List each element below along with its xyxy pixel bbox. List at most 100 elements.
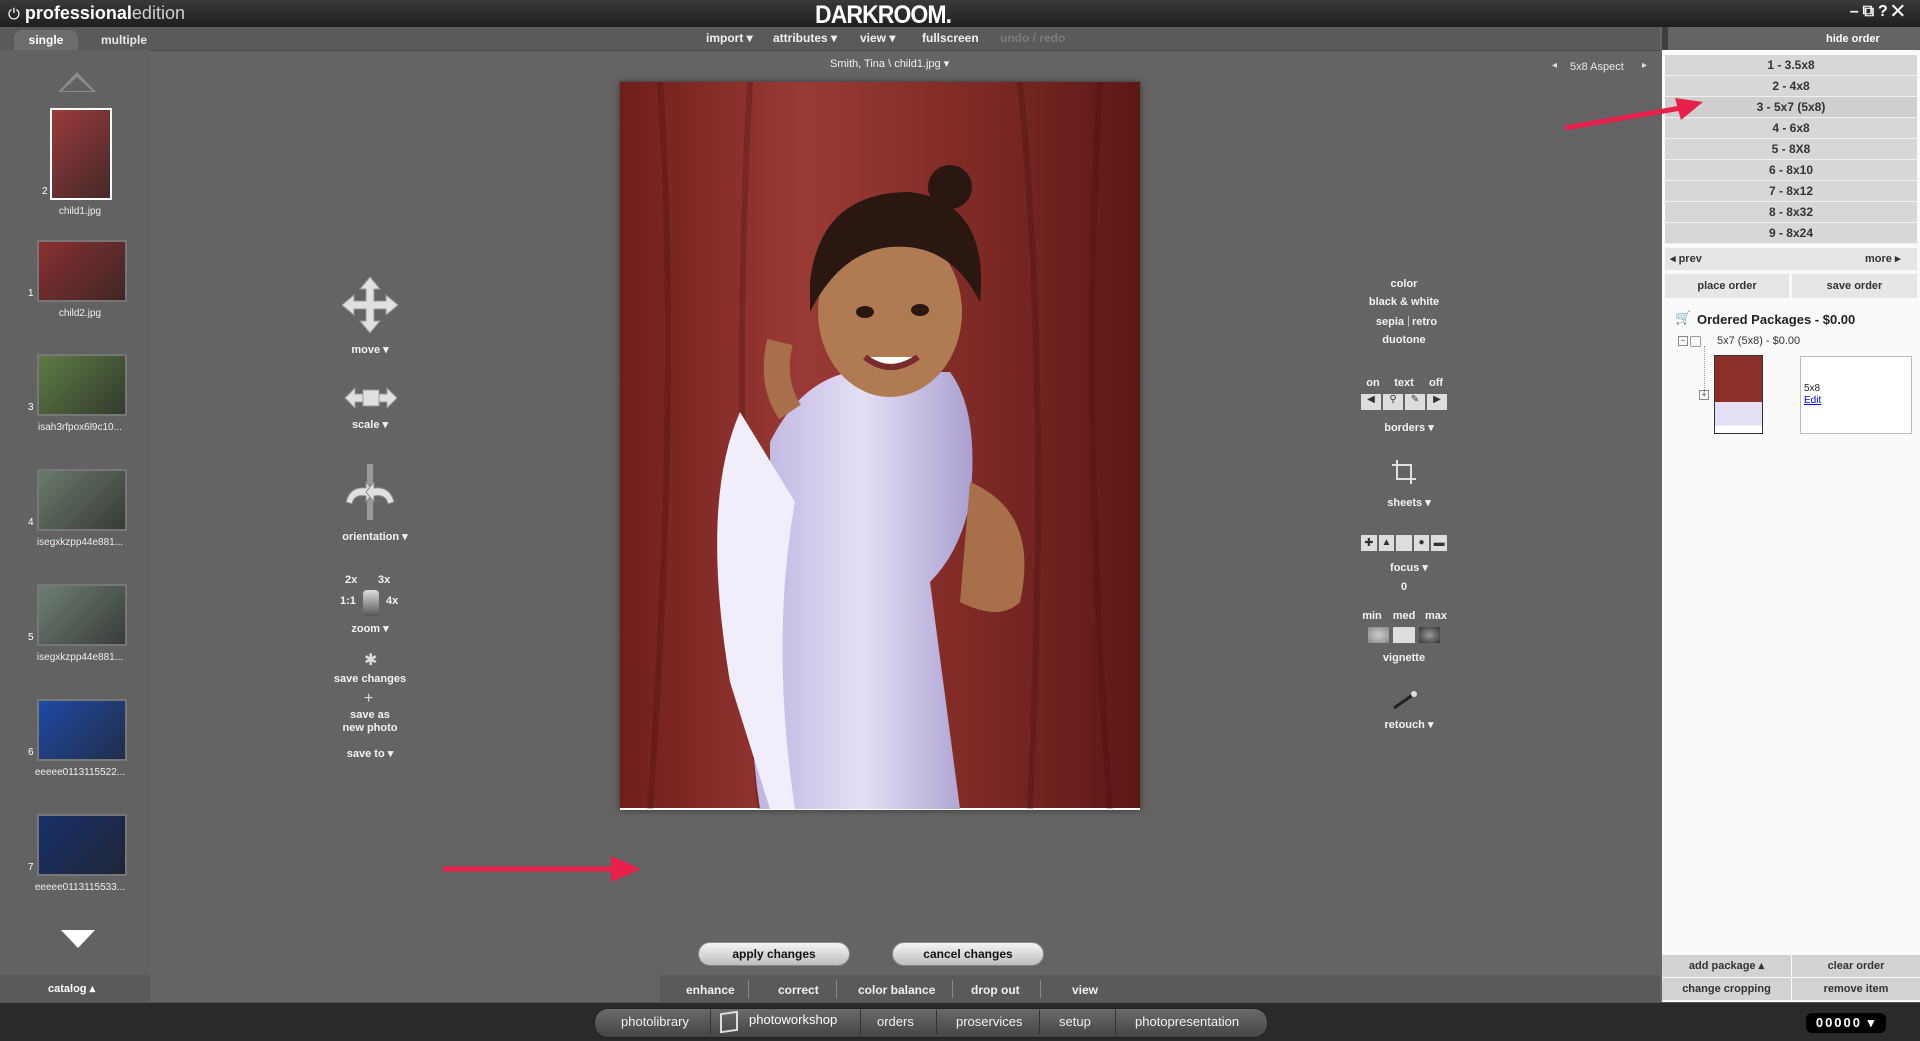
zoom-2x[interactable]: 2x <box>345 574 357 586</box>
cancel-changes-button[interactable]: cancel changes <box>892 942 1044 966</box>
search-icon[interactable]: ⚲ <box>1383 394 1403 410</box>
package-item[interactable]: 9 - 8x24 <box>1665 223 1917 244</box>
retouch-brush-icon[interactable] <box>1392 690 1417 710</box>
orientation-label[interactable]: orientation ▾ <box>320 530 430 543</box>
zoom-label[interactable]: zoom ▾ <box>320 622 420 635</box>
focus-menu[interactable]: focus ▾ <box>1349 561 1469 574</box>
add-package-button[interactable]: add package ▴ <box>1662 955 1791 977</box>
tab-multiple[interactable]: multiple <box>84 30 164 50</box>
counter[interactable]: 00000 ▾ <box>1806 1013 1886 1033</box>
package-item[interactable]: 2 - 4x8 <box>1665 76 1917 97</box>
minus-icon[interactable]: ▬ <box>1431 535 1447 551</box>
thumbnail-image[interactable] <box>37 469 127 531</box>
aspect-prev-icon[interactable]: ◂ <box>1552 60 1557 71</box>
edit-link[interactable]: Edit <box>1804 395 1821 406</box>
apply-changes-button[interactable]: apply changes <box>698 942 850 966</box>
tool-drop-out[interactable]: drop out <box>971 983 1020 997</box>
zoom-1x[interactable]: 1:1 <box>340 595 356 607</box>
thumbnail-image[interactable] <box>37 699 127 761</box>
thumbnail-image[interactable] <box>37 240 127 302</box>
scroll-down-icon[interactable] <box>61 930 95 948</box>
save-to-button[interactable]: save to ▾ <box>320 747 420 760</box>
expand-icon[interactable]: + <box>1699 390 1709 400</box>
triangle-icon[interactable]: ▲ <box>1378 535 1395 551</box>
move-label[interactable]: move ▾ <box>320 343 420 356</box>
menu-undo-redo[interactable]: undo / redo <box>1000 31 1065 45</box>
photo-image[interactable] <box>620 82 1140 810</box>
tab-single[interactable]: single <box>14 30 78 50</box>
thumbnail-image[interactable] <box>37 814 127 876</box>
change-cropping-button[interactable]: change cropping <box>1662 978 1791 1000</box>
tool-color-balance[interactable]: color balance <box>858 983 935 997</box>
vignette-med-icon[interactable] <box>1393 627 1415 643</box>
vignette-min-icon[interactable] <box>1368 627 1390 643</box>
scale-label[interactable]: scale ▾ <box>320 418 420 431</box>
borders-menu[interactable]: borders ▾ <box>1349 421 1469 434</box>
ordered-thumbnail[interactable] <box>1714 355 1763 434</box>
square-icon[interactable] <box>1396 535 1412 551</box>
next-icon[interactable]: ▶ <box>1427 394 1447 410</box>
nav-photopresentation[interactable]: photopresentation <box>1135 1014 1239 1029</box>
orientation-icon[interactable] <box>340 462 400 522</box>
vignette-controls[interactable] <box>1368 627 1440 643</box>
prev-icon[interactable]: ◀ <box>1361 394 1381 410</box>
thumbnail-image[interactable] <box>50 108 112 200</box>
menu-fullscreen[interactable]: fullscreen <box>922 31 979 45</box>
zoom-3x[interactable]: 3x <box>378 574 390 586</box>
new-photo-label[interactable]: new photo <box>320 722 420 734</box>
thumbnail-image[interactable] <box>37 584 127 646</box>
nav-photolibrary[interactable]: photolibrary <box>621 1014 689 1029</box>
package-item[interactable]: 6 - 8x10 <box>1665 160 1917 181</box>
filter-retro[interactable]: retro <box>1412 316 1472 328</box>
ordered-item[interactable]: 5x7 (5x8) - $0.00 <box>1717 335 1800 347</box>
tool-correct[interactable]: correct <box>778 983 819 997</box>
nav-orders[interactable]: orders <box>877 1014 914 1029</box>
nav-proservices[interactable]: proservices <box>956 1014 1022 1029</box>
save-changes-button[interactable]: save changes <box>320 673 420 685</box>
menu-attributes[interactable]: attributes ▾ <box>773 31 837 45</box>
filter-color[interactable]: color <box>1344 278 1464 290</box>
save-as-label[interactable]: save as <box>320 709 420 721</box>
remove-item-button[interactable]: remove item <box>1792 978 1920 1000</box>
package-item[interactable]: 1 - 3.5x8 <box>1665 55 1917 76</box>
filter-sepia[interactable]: sepia <box>1340 316 1404 328</box>
vignette-max-icon[interactable] <box>1418 627 1440 643</box>
pencil-icon[interactable]: ✎ <box>1405 394 1425 410</box>
thumbnail-image[interactable] <box>37 354 127 416</box>
nav-photoworkshop[interactable]: photoworkshop <box>749 1012 837 1027</box>
sheets-menu[interactable]: sheets ▾ <box>1349 496 1469 509</box>
focus-controls[interactable]: ✚ ▲ ● ▬ <box>1361 535 1447 551</box>
photo-filename[interactable]: Smith, Tina \ child1.jpg ▾ <box>830 57 949 70</box>
plus-icon[interactable]: ✚ <box>1361 535 1377 551</box>
filter-black-white[interactable]: black & white <box>1344 296 1464 308</box>
menu-import[interactable]: import ▾ <box>706 31 753 45</box>
catalog-button[interactable]: catalog ▴ <box>48 982 95 995</box>
package-prev[interactable]: ◂ prev <box>1670 252 1702 265</box>
place-order-button[interactable]: place order <box>1665 274 1789 298</box>
package-more[interactable]: more ▸ <box>1865 252 1900 265</box>
border-off[interactable]: off <box>1416 377 1456 389</box>
nav-setup[interactable]: setup <box>1059 1014 1091 1029</box>
package-item[interactable]: 5 - 8X8 <box>1665 139 1917 160</box>
collapse-icon[interactable]: − <box>1678 336 1688 346</box>
crop-icon[interactable] <box>1392 460 1416 484</box>
zoom-knob-icon[interactable] <box>363 590 379 616</box>
scale-icon[interactable] <box>343 385 399 411</box>
clear-order-button[interactable]: clear order <box>1792 955 1920 977</box>
menu-view[interactable]: view ▾ <box>860 31 895 45</box>
circle-icon[interactable]: ● <box>1413 535 1430 551</box>
filter-duotone[interactable]: duotone <box>1344 334 1464 346</box>
package-item[interactable]: 8 - 8x32 <box>1665 202 1917 223</box>
move-icon[interactable] <box>340 275 400 335</box>
border-controls[interactable]: ◀ ⚲ ✎ ▶ <box>1361 394 1447 410</box>
tool-enhance[interactable]: enhance <box>686 983 735 997</box>
save-order-button[interactable]: save order <box>1792 274 1917 298</box>
vignette-max[interactable]: max <box>1416 610 1456 622</box>
power-icon[interactable]: ⏻ <box>8 6 20 23</box>
aspect-next-icon[interactable]: ▸ <box>1642 60 1647 71</box>
zoom-4x[interactable]: 4x <box>386 595 398 607</box>
package-item[interactable]: 7 - 8x12 <box>1665 181 1917 202</box>
retouch-menu[interactable]: retouch ▾ <box>1349 718 1469 731</box>
tool-view[interactable]: view <box>1072 983 1098 997</box>
hide-order-button[interactable]: hide order <box>1826 33 1880 45</box>
